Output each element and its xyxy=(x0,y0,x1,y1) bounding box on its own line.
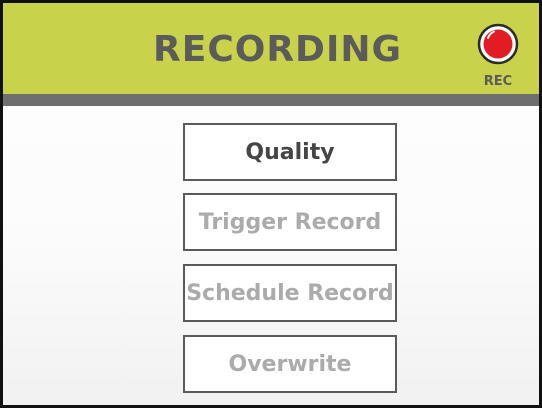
header-divider xyxy=(3,94,539,106)
page-title: RECORDING xyxy=(153,29,403,70)
record-icon xyxy=(477,23,519,65)
trigger-record-button[interactable]: Trigger Record xyxy=(183,193,397,251)
schedule-record-button[interactable]: Schedule Record xyxy=(183,264,397,322)
header: RECORDING REC xyxy=(3,3,539,94)
rec-label: REC xyxy=(483,74,513,89)
quality-button[interactable]: Quality xyxy=(183,123,397,181)
rec-indicator: REC xyxy=(477,23,519,89)
overwrite-button[interactable]: Overwrite xyxy=(183,335,397,393)
recording-screen: RECORDING REC Quality Trigger Record Sch… xyxy=(0,0,542,408)
